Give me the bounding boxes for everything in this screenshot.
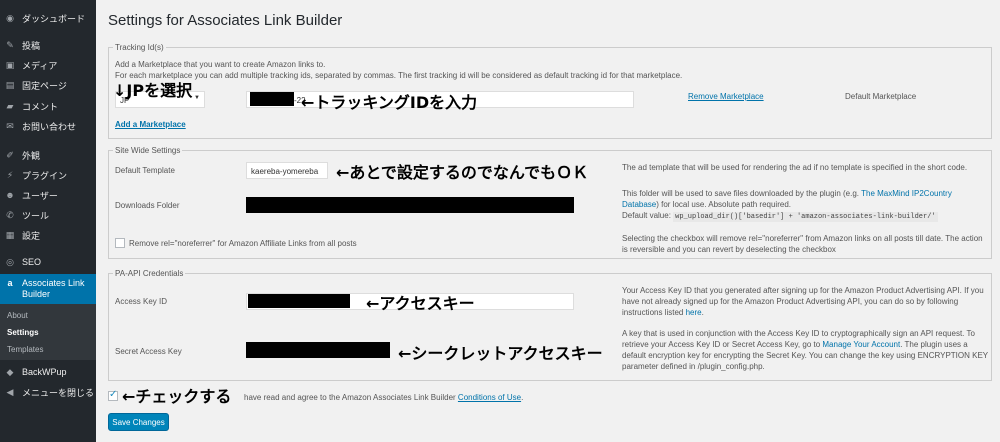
menu-appearance[interactable]: ✐ 外観	[0, 145, 96, 165]
access-key-desc: Your Access Key ID that you generated af…	[622, 286, 984, 317]
collapse-icon: ◀	[6, 386, 14, 397]
secret-key-label: Secret Access Key	[115, 347, 182, 356]
settings-icon: ▦	[5, 229, 15, 240]
submenu-about[interactable]: About	[7, 311, 28, 320]
tools-icon: ✆	[6, 209, 14, 220]
menu-media[interactable]: ▣ メディア	[0, 55, 96, 75]
noreferrer-desc: Selecting the checkbox will remove rel="…	[622, 234, 983, 254]
annotation-access-key: ←アクセスキー	[366, 294, 475, 313]
amazon-icon: a	[7, 278, 13, 288]
submenu-settings[interactable]: Settings	[7, 328, 39, 337]
page-title: Settings for Associates Link Builder	[108, 12, 343, 29]
tracking-legend: Tracking Id(s)	[115, 43, 164, 52]
noreferrer-label: Remove rel="noreferrer" for Amazon Affil…	[129, 239, 357, 248]
menu-plugins[interactable]: ⚡ プラグイン	[0, 165, 96, 185]
dashboard-icon: ◉	[6, 12, 14, 23]
noreferrer-checkbox[interactable]	[115, 238, 125, 248]
pages-icon: ▤	[5, 79, 15, 90]
main-content: Settings for Associates Link Builder Tra…	[96, 0, 1000, 442]
redacted-access-key	[248, 294, 350, 308]
backwpup-icon: ◆	[6, 366, 14, 377]
menu-tools[interactable]: ✆ ツール	[0, 205, 96, 225]
annotation-select-jp: ↓JPを選択	[113, 81, 193, 100]
terms-checkbox[interactable]	[108, 389, 118, 401]
submenu: About Settings Templates	[0, 304, 96, 360]
downloads-folder-label: Downloads Folder	[115, 201, 180, 210]
submenu-templates[interactable]: Templates	[7, 345, 43, 354]
annotation-template: ←あとで設定するのでなんでもＯＫ	[336, 163, 589, 182]
downloads-desc: This folder will be used to save files d…	[622, 189, 952, 209]
menu-seo[interactable]: ◎ SEO	[0, 252, 96, 272]
secret-key-input[interactable]	[246, 342, 390, 358]
admin-sidebar: ◉ ダッシュボード ✎ 投稿 ▣ メディア ▤ 固定ページ ▰ コメント ✉ お問い合わせ …	[0, 0, 96, 442]
terms-text: have read and agree to the Amazon Associ…	[244, 393, 524, 402]
conditions-of-use-link[interactable]: Conditions of Use	[458, 393, 521, 402]
redacted-tracking-id	[250, 92, 294, 106]
template-desc: The ad template that will be used for re…	[622, 163, 968, 172]
menu-comments[interactable]: ▰ コメント	[0, 96, 96, 116]
mail-icon: ✉	[6, 120, 14, 131]
menu-collapse[interactable]: ◀ メニューを閉じる	[0, 382, 96, 402]
menu-posts[interactable]: ✎ 投稿	[0, 35, 96, 55]
menu-backwpup[interactable]: ◆ BackWPup	[0, 362, 96, 382]
default-template-select[interactable]: kaereba-yomereba	[246, 162, 328, 179]
tracking-desc-2: For each marketplace you can add multipl…	[115, 71, 683, 80]
annotation-tracking-id: ←トラッキングIDを入力	[301, 93, 478, 112]
paapi-legend: PA-API Credentials	[115, 269, 184, 278]
save-changes-button[interactable]: Save Changes	[108, 413, 169, 431]
downloads-folder-input[interactable]	[246, 197, 574, 213]
manage-account-link[interactable]: Manage Your Account	[822, 340, 900, 349]
annotation-secret-key: ←シークレットアクセスキー	[398, 344, 603, 363]
annotation-check: ←チェックする	[122, 383, 232, 407]
default-value-desc: Default value: wp_upload_dir()['basedir'…	[622, 211, 938, 222]
menu-settings[interactable]: ▦ 設定	[0, 225, 96, 245]
menu-contact[interactable]: ✉ お問い合わせ	[0, 116, 96, 136]
pin-icon: ✎	[6, 39, 14, 50]
menu-associates-link-builder[interactable]: a Associates Link Builder	[0, 274, 96, 304]
seo-icon: ◎	[6, 256, 14, 267]
access-key-label: Access Key ID	[115, 297, 168, 306]
remove-marketplace-link[interactable]: Remove Marketplace	[688, 92, 764, 101]
media-icon: ▣	[5, 59, 15, 70]
add-marketplace-link[interactable]: Add a Marketplace	[115, 120, 186, 129]
appearance-icon: ✐	[6, 149, 14, 160]
signup-here-link[interactable]: here	[686, 308, 702, 317]
menu-dashboard[interactable]: ◉ ダッシュボード	[0, 8, 96, 28]
users-icon: ☻	[5, 190, 15, 200]
comments-icon: ▰	[6, 100, 14, 111]
chevron-down-icon: ▼	[194, 95, 200, 101]
plugins-icon: ⚡	[6, 169, 14, 180]
tracking-desc-1: Add a Marketplace that you want to creat…	[115, 60, 326, 69]
menu-users[interactable]: ☻ ユーザー	[0, 185, 96, 205]
default-template-label: Default Template	[115, 166, 175, 175]
default-marketplace-label: Default Marketplace	[845, 92, 917, 101]
secret-key-desc: A key that is used in conjunction with t…	[622, 329, 988, 371]
menu-pages[interactable]: ▤ 固定ページ	[0, 75, 96, 95]
site-legend: Site Wide Settings	[115, 146, 181, 155]
default-value-code: wp_upload_dir()['basedir'] + 'amazon-ass…	[673, 212, 938, 222]
